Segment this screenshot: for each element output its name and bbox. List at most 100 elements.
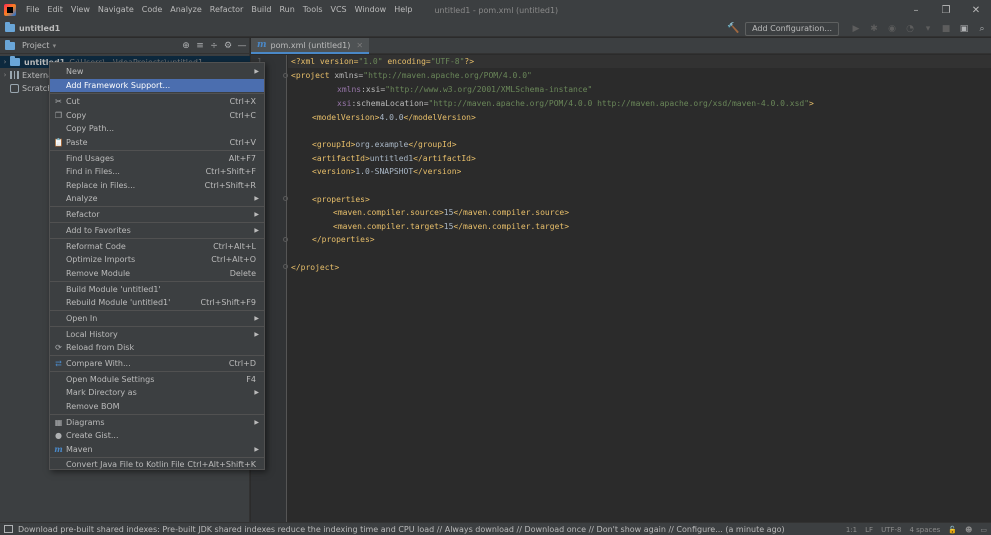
menu-item-find-in-files[interactable]: Find in Files... Ctrl+Shift+F	[50, 165, 264, 178]
menu-navigate[interactable]: Navigate	[94, 0, 138, 20]
menu-item-open-in[interactable]: Open In ▶	[50, 312, 264, 325]
menu-edit[interactable]: Edit	[43, 0, 67, 20]
compare-icon: ⇄	[55, 358, 62, 368]
menu-item-convert-to-kotlin[interactable]: Convert Java File to Kotlin File Ctrl+Alt…	[50, 458, 264, 471]
project-panel-header: Project ▾ ⊕ ≡ ÷ ⚙ —	[0, 38, 249, 54]
minimize-button[interactable]: –	[901, 0, 931, 20]
window-title: untitled1 - pom.xml (untitled1)	[434, 5, 559, 15]
code-line: <modelVersion>4.0.0</modelVersion>	[312, 113, 476, 122]
gear-icon[interactable]: ⚙	[221, 41, 235, 51]
restore-button[interactable]: ❐	[931, 0, 961, 20]
menu-vcs[interactable]: VCS	[327, 0, 351, 20]
menu-item-copy[interactable]: ❐ Copy Ctrl+C	[50, 109, 264, 122]
chevron-right-icon[interactable]: ›	[0, 71, 10, 79]
menu-separator	[50, 222, 264, 223]
menu-help[interactable]: Help	[390, 0, 416, 20]
close-button[interactable]: ✕	[961, 0, 991, 20]
menu-refactor[interactable]: Refactor	[206, 0, 248, 20]
run-icon[interactable]: ▶	[850, 23, 862, 35]
submenu-arrow-icon: ▶	[254, 227, 259, 234]
event-log-icon[interactable]: ▭	[976, 526, 991, 534]
menu-view[interactable]: View	[67, 0, 94, 20]
menu-item-create-gist[interactable]: ● Create Gist...	[50, 429, 264, 442]
menu-item-maven[interactable]: m Maven ▶	[50, 443, 264, 456]
menu-item-remove-module[interactable]: Remove Module Delete	[50, 267, 264, 280]
code-editor[interactable]: <?xml version="1.0" encoding="UTF-8"?> <…	[288, 55, 991, 522]
menu-item-new[interactable]: New ▶	[50, 65, 264, 78]
reload-icon: ⟳	[55, 343, 62, 352]
submenu-arrow-icon: ▶	[254, 211, 259, 218]
tool-windows-icon[interactable]	[4, 525, 13, 533]
menu-item-rebuild-module[interactable]: Rebuild Module 'untitled1' Ctrl+Shift+F9	[50, 296, 264, 309]
breadcrumb[interactable]: untitled1	[0, 22, 61, 33]
chevron-right-icon[interactable]: ›	[0, 58, 10, 66]
locate-icon[interactable]: ⊕	[179, 41, 193, 51]
debug-icon[interactable]: ✱	[868, 23, 880, 35]
menu-item-add-to-favorites[interactable]: Add to Favorites ▶	[50, 224, 264, 237]
chevron-down-icon[interactable]: ▾	[49, 42, 59, 50]
tab-label: pom.xml (untitled1)	[270, 40, 351, 50]
menu-item-add-framework-support[interactable]: Add Framework Support...	[50, 79, 264, 92]
coverage-icon[interactable]: ◉	[886, 23, 898, 35]
search-everywhere-icon[interactable]: ⌕	[976, 23, 988, 35]
menu-item-open-module-settings[interactable]: Open Module Settings F4	[50, 373, 264, 386]
menu-item-paste[interactable]: 📋 Paste Ctrl+V	[50, 136, 264, 149]
project-panel-title[interactable]: Project	[22, 41, 49, 50]
menu-item-reformat-code[interactable]: Reformat Code Ctrl+Alt+L	[50, 240, 264, 253]
file-encoding[interactable]: UTF-8	[877, 526, 905, 534]
menu-item-analyze[interactable]: Analyze ▶	[50, 192, 264, 205]
submenu-arrow-icon: ▶	[254, 446, 259, 453]
status-bar: Download pre-built shared indexes: Pre-b…	[0, 522, 991, 535]
menu-item-local-history[interactable]: Local History ▶	[50, 328, 264, 341]
menu-build[interactable]: Build	[247, 0, 275, 20]
module-folder-icon	[10, 56, 20, 66]
menu-run[interactable]: Run	[275, 0, 298, 20]
expand-all-icon[interactable]: ≡	[193, 41, 207, 51]
menu-item-replace-in-files[interactable]: Replace in Files... Ctrl+Shift+R	[50, 179, 264, 192]
hide-icon[interactable]: —	[235, 41, 249, 51]
collapse-all-icon[interactable]: ÷	[207, 41, 221, 51]
inspection-icon[interactable]: ☻	[961, 526, 976, 534]
menu-item-optimize-imports[interactable]: Optimize Imports Ctrl+Alt+O	[50, 253, 264, 266]
cut-icon: ✂	[55, 97, 62, 106]
lock-icon[interactable]: 🔓	[944, 526, 961, 534]
intellij-logo-icon	[4, 4, 16, 16]
menu-item-mark-directory-as[interactable]: Mark Directory as ▶	[50, 386, 264, 399]
context-menu: New ▶ Add Framework Support... ✂ Cut Ctrl+X…	[49, 62, 265, 470]
menu-item-cut[interactable]: ✂ Cut Ctrl+X	[50, 95, 264, 108]
menu-separator	[50, 310, 264, 311]
menu-window[interactable]: Window	[351, 0, 391, 20]
caret-position[interactable]: 1:1	[842, 526, 861, 534]
project-view-icon	[5, 39, 15, 50]
menu-tools[interactable]: Tools	[299, 0, 327, 20]
breadcrumb-label: untitled1	[19, 23, 61, 33]
project-structure-icon[interactable]: ▣	[958, 23, 970, 35]
menu-code[interactable]: Code	[138, 0, 166, 20]
menu-item-reload-from-disk[interactable]: ⟳ Reload from Disk	[50, 341, 264, 354]
menu-item-copy-path[interactable]: Copy Path...	[50, 122, 264, 135]
diagram-icon: ▦	[54, 418, 63, 427]
indent-setting[interactable]: 4 spaces	[905, 526, 944, 534]
close-icon[interactable]: ✕	[356, 41, 363, 50]
code-line: <groupId>org.example</groupId>	[312, 140, 457, 149]
menu-item-compare-with[interactable]: ⇄ Compare With... Ctrl+D	[50, 357, 264, 370]
add-configuration-button[interactable]: Add Configuration...	[745, 21, 839, 36]
line-separator[interactable]: LF	[861, 526, 877, 534]
menu-item-refactor[interactable]: Refactor ▶	[50, 208, 264, 221]
status-message[interactable]: Download pre-built shared indexes: Pre-b…	[18, 525, 785, 534]
menu-file[interactable]: File	[22, 0, 43, 20]
code-line: </project>	[291, 263, 340, 272]
menu-item-find-usages[interactable]: Find Usages Alt+F7	[50, 152, 264, 165]
menu-analyze[interactable]: Analyze	[166, 0, 206, 20]
menu-separator	[50, 355, 264, 356]
build-hammer-icon[interactable]: 🔨	[727, 23, 739, 35]
menu-item-remove-bom[interactable]: Remove BOM	[50, 400, 264, 413]
menu-item-diagrams[interactable]: ▦ Diagrams ▶	[50, 416, 264, 429]
stop-icon[interactable]: ■	[940, 23, 952, 35]
menu-item-build-module[interactable]: Build Module 'untitled1'	[50, 283, 264, 296]
submenu-arrow-icon: ▶	[254, 389, 259, 396]
profile-icon[interactable]: ◔	[904, 23, 916, 35]
tab-pom-xml[interactable]: m pom.xml (untitled1) ✕	[251, 38, 370, 54]
more-run-icon[interactable]: ▾	[922, 23, 934, 35]
menu-separator	[50, 150, 264, 151]
